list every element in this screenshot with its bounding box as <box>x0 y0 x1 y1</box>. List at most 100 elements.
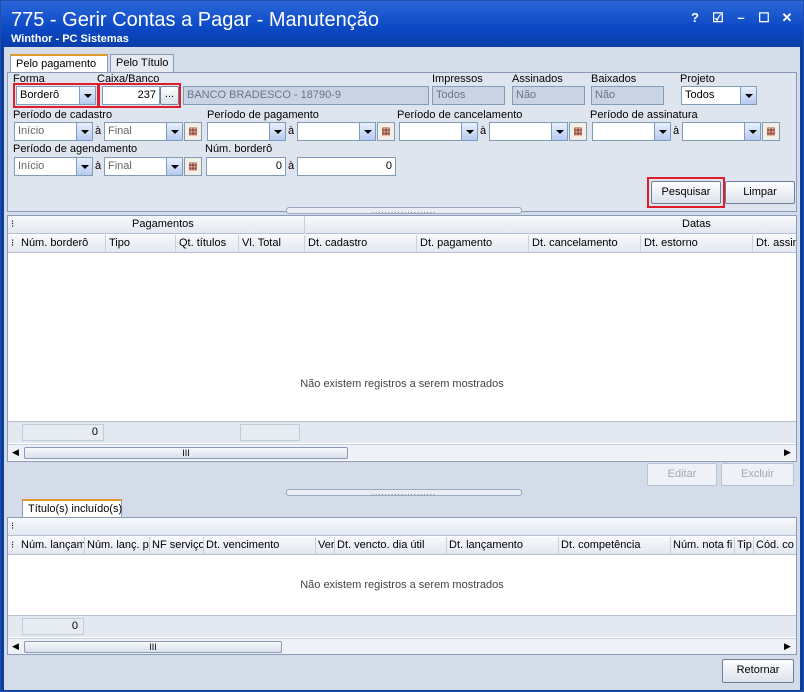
close-icon[interactable]: ✕ <box>778 9 796 27</box>
col-nf-servico[interactable]: NF serviço <box>152 539 203 551</box>
column-divider <box>304 216 305 234</box>
forma-highlight <box>13 83 99 108</box>
col-dt-assinatura[interactable]: Dt. assina <box>756 237 796 249</box>
agendamento-inicio-field[interactable]: Início <box>14 157 93 176</box>
col-dt-lancamento[interactable]: Dt. lançamento <box>449 539 523 551</box>
chevron-down-icon[interactable] <box>166 123 182 140</box>
periodo-cancelamento-label: Período de cancelamento <box>397 109 523 121</box>
calendar-icon[interactable]: ▦ <box>184 122 202 141</box>
col-ver[interactable]: Ver <box>318 539 334 551</box>
baixados-field: Não <box>591 86 664 105</box>
column-chooser-icon[interactable]: ⁝ <box>11 219 14 230</box>
column-chooser-icon[interactable]: ⁝ <box>11 238 14 249</box>
chevron-down-icon[interactable] <box>76 123 92 140</box>
column-divider <box>105 235 106 253</box>
retornar-button[interactable]: Retornar <box>722 659 794 683</box>
column-chooser-icon[interactable]: ⁝ <box>11 521 14 532</box>
horizontal-scrollbar[interactable]: ◀ III ▶ <box>8 638 796 654</box>
col-dt-pagamento[interactable]: Dt. pagamento <box>420 237 492 249</box>
col-num-nota-fiscal[interactable]: Núm. nota fi <box>673 539 734 551</box>
col-num-lanc-pagamento[interactable]: Núm. lanç. p <box>87 539 149 551</box>
num-bordero-de-input[interactable]: 0 <box>206 157 286 176</box>
periodo-agendamento-label: Período de agendamento <box>13 143 138 155</box>
splitter-handle[interactable]: .................... <box>286 488 522 497</box>
chevron-down-icon[interactable] <box>359 123 375 140</box>
chevron-down-icon[interactable] <box>461 123 477 140</box>
pagamento-final-field[interactable] <box>297 122 376 141</box>
footer-count: 0 <box>22 424 104 441</box>
help-icon[interactable]: ? <box>686 9 704 27</box>
agendamento-final-field[interactable]: Final <box>104 157 183 176</box>
tab-pelo-titulo[interactable]: Pelo Título <box>110 54 174 72</box>
num-bordero-ate-input[interactable]: 0 <box>297 157 396 176</box>
scroll-left-icon[interactable]: ◀ <box>12 641 19 652</box>
restore-icon[interactable]: ☑ <box>709 9 727 27</box>
col-dt-competencia[interactable]: Dt. competência <box>561 539 640 551</box>
chevron-down-icon[interactable] <box>551 123 567 140</box>
cadastro-final-field[interactable]: Final <box>104 122 183 141</box>
chevron-down-icon[interactable] <box>654 123 670 140</box>
col-cod-conta[interactable]: Cód. co <box>756 539 796 551</box>
scroll-thumb[interactable]: III <box>24 447 348 459</box>
group-datas: Datas <box>682 218 711 230</box>
editar-button[interactable]: Editar <box>647 463 717 486</box>
pagamentos-grid: ⁝ Pagamentos Datas ⁝ Núm. borderô Tipo Q… <box>7 215 797 462</box>
col-dt-vencimento[interactable]: Dt. vencimento <box>206 539 279 551</box>
calendar-icon[interactable]: ▦ <box>569 122 587 141</box>
minimize-icon[interactable]: – <box>732 9 750 27</box>
column-divider <box>238 235 239 253</box>
col-num-lancamento[interactable]: Núm. lançam <box>21 539 84 551</box>
col-qt-titulos[interactable]: Qt. títulos <box>179 237 226 249</box>
maximize-icon[interactable]: ☐ <box>755 9 773 27</box>
column-divider <box>640 235 641 253</box>
caixa-lookup-button[interactable]: ... <box>160 86 179 105</box>
horizontal-scrollbar[interactable]: ◀ III ▶ <box>8 444 796 460</box>
grid-footer: 0 <box>8 615 796 637</box>
chevron-down-icon[interactable] <box>76 158 92 175</box>
scroll-right-icon[interactable]: ▶ <box>784 447 791 458</box>
scroll-left-icon[interactable]: ◀ <box>12 447 19 458</box>
col-dt-cadastro[interactable]: Dt. cadastro <box>308 237 367 249</box>
cancelamento-inicio-field[interactable] <box>399 122 478 141</box>
column-chooser-icon[interactable]: ⁝ <box>11 540 14 551</box>
a-separator: à <box>480 125 487 137</box>
col-dt-estorno[interactable]: Dt. estorno <box>644 237 698 249</box>
column-divider <box>334 537 335 555</box>
empty-message: Não existem registros a serem mostrados <box>300 378 504 390</box>
col-dt-cancelamento[interactable]: Dt. cancelamento <box>532 237 618 249</box>
scroll-right-icon[interactable]: ▶ <box>784 641 791 652</box>
calendar-icon[interactable]: ▦ <box>377 122 395 141</box>
projeto-value: Todos <box>685 89 715 101</box>
tab-pelo-pagamento[interactable]: Pelo pagamento <box>10 54 108 72</box>
periodo-assinatura-label: Período de assinatura <box>590 109 698 121</box>
pagamento-inicio-field[interactable] <box>207 122 286 141</box>
splitter-dots: .................... <box>371 488 437 497</box>
limpar-button[interactable]: Limpar <box>725 181 795 204</box>
chevron-down-icon[interactable] <box>269 123 285 140</box>
col-tipo[interactable]: Tip <box>737 539 753 551</box>
assinatura-inicio-field[interactable] <box>592 122 671 141</box>
calendar-icon[interactable]: ▦ <box>184 157 202 176</box>
agendamento-inicio-value: Início <box>18 160 45 172</box>
chevron-down-icon[interactable] <box>166 158 182 175</box>
col-num-bordero[interactable]: Núm. borderô <box>21 237 88 249</box>
col-tipo[interactable]: Tipo <box>109 237 130 249</box>
column-divider <box>315 537 316 555</box>
projeto-select[interactable]: Todos <box>681 86 757 105</box>
a-separator: à <box>288 125 295 137</box>
assinatura-final-field[interactable] <box>682 122 761 141</box>
splitter-handle[interactable]: .................... <box>286 207 522 215</box>
col-dt-vencto-dia-util[interactable]: Dt. vencto. dia útil <box>337 539 424 551</box>
column-divider <box>304 235 305 253</box>
cadastro-inicio-field[interactable]: Início <box>14 122 93 141</box>
chevron-down-icon[interactable] <box>740 87 756 104</box>
column-divider <box>752 235 753 253</box>
chevron-down-icon[interactable] <box>744 123 760 140</box>
periodo-pagamento-label: Período de pagamento <box>207 109 319 121</box>
col-vl-total[interactable]: Vl. Total <box>242 237 281 249</box>
calendar-icon[interactable]: ▦ <box>762 122 780 141</box>
tab-titulos-incluidos[interactable]: Título(s) incluído(s) <box>22 499 122 517</box>
excluir-button[interactable]: Excluir <box>721 463 794 486</box>
scroll-thumb[interactable]: III <box>24 641 282 653</box>
cancelamento-final-field[interactable] <box>489 122 568 141</box>
